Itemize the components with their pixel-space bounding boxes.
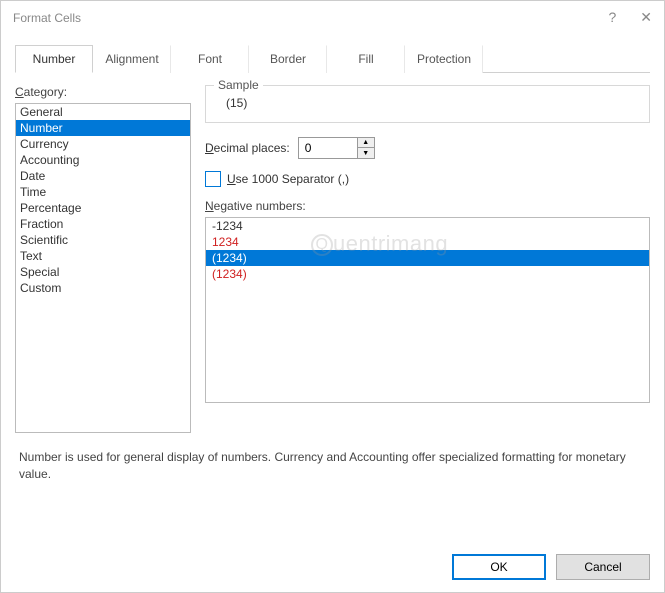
tab-fill[interactable]: Fill: [327, 45, 405, 73]
tab-number[interactable]: Number: [15, 45, 93, 73]
sample-legend: Sample: [214, 78, 263, 92]
titlebar: Format Cells ? ✕: [1, 1, 664, 34]
list-item[interactable]: Fraction: [16, 216, 190, 232]
list-item[interactable]: Date: [16, 168, 190, 184]
negative-label: Negative numbers:: [205, 199, 650, 213]
list-item[interactable]: Custom: [16, 280, 190, 296]
decimal-spinner[interactable]: ▲ ▼: [298, 137, 375, 159]
window-controls: ? ✕: [608, 9, 652, 26]
tab-font[interactable]: Font: [171, 45, 249, 73]
separator-row[interactable]: Use 1000 Separator (,): [205, 171, 650, 187]
list-item[interactable]: General: [16, 104, 190, 120]
cancel-button[interactable]: Cancel: [556, 554, 650, 580]
list-item[interactable]: Text: [16, 248, 190, 264]
list-item[interactable]: Time: [16, 184, 190, 200]
sample-value: (15): [218, 96, 637, 110]
tab-protection[interactable]: Protection: [405, 45, 483, 73]
tab-alignment[interactable]: Alignment: [93, 45, 171, 73]
list-item[interactable]: Number: [16, 120, 190, 136]
help-icon[interactable]: ?: [608, 9, 616, 26]
list-item[interactable]: 1234: [206, 234, 649, 250]
category-column: Category: General Number Currency Accoun…: [15, 85, 191, 433]
spinner-down-icon[interactable]: ▼: [358, 148, 374, 158]
negative-listbox[interactable]: -1234 1234 (1234) (1234): [205, 217, 650, 403]
list-item[interactable]: Scientific: [16, 232, 190, 248]
decimal-label: Decimal places:: [205, 141, 290, 155]
decimal-row: Decimal places: ▲ ▼: [205, 137, 650, 159]
sample-group: Sample (15): [205, 85, 650, 123]
list-item[interactable]: (1234): [206, 266, 649, 282]
category-listbox[interactable]: General Number Currency Accounting Date …: [15, 103, 191, 433]
tab-border[interactable]: Border: [249, 45, 327, 73]
list-item[interactable]: Percentage: [16, 200, 190, 216]
list-item[interactable]: (1234): [206, 250, 649, 266]
separator-label: Use 1000 Separator (,): [227, 172, 349, 186]
separator-checkbox[interactable]: [205, 171, 221, 187]
description-text: Number is used for general display of nu…: [1, 433, 664, 483]
list-item[interactable]: -1234: [206, 218, 649, 234]
button-bar: OK Cancel: [452, 554, 650, 580]
options-column: Sample (15) Decimal places: ▲ ▼ Use 1000…: [205, 85, 650, 433]
content-area: Category: General Number Currency Accoun…: [1, 73, 664, 433]
ok-button[interactable]: OK: [452, 554, 546, 580]
category-label: Category:: [15, 85, 191, 99]
spinner-up-icon[interactable]: ▲: [358, 138, 374, 148]
spinner-buttons: ▲ ▼: [357, 138, 374, 158]
list-item[interactable]: Special: [16, 264, 190, 280]
decimal-input[interactable]: [299, 138, 357, 158]
window-title: Format Cells: [13, 11, 81, 25]
close-icon[interactable]: ✕: [640, 9, 652, 26]
tab-strip: Number Alignment Font Border Fill Protec…: [15, 44, 650, 73]
list-item[interactable]: Currency: [16, 136, 190, 152]
list-item[interactable]: Accounting: [16, 152, 190, 168]
